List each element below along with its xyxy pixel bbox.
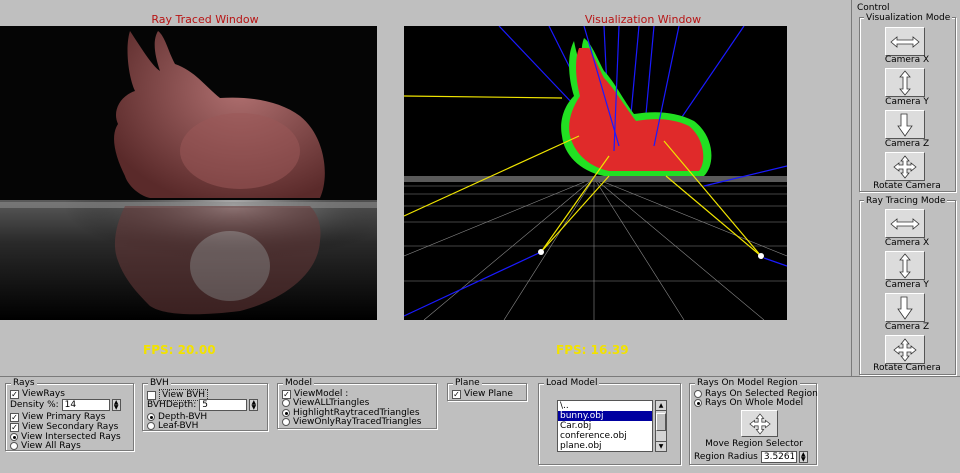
visualization-mode-title: Visualization Mode (864, 13, 953, 23)
list-item[interactable]: Car.obj (558, 421, 652, 431)
vis-camera-x-label: Camera X (884, 55, 930, 65)
list-item[interactable]: conference.obj (558, 431, 652, 441)
rt-camera-z-button[interactable] (885, 293, 925, 322)
ray-traced-window-title: Ray Traced Window (151, 13, 259, 26)
view-secondary-rays-checkbox[interactable]: ✓ View Secondary Rays (10, 422, 118, 432)
load-model-title: Load Model (544, 378, 600, 388)
ray-traced-fps: FPS: 20.00 (143, 343, 216, 357)
rays-on-model-region-title: Rays On Model Region (695, 378, 800, 388)
rt-rotate-camera-label: Rotate Camera (873, 363, 941, 373)
control-panel: Control Visualization Mode Camera X Came… (851, 0, 960, 376)
list-item-selected[interactable]: bunny.obj (558, 411, 652, 421)
model-file-list[interactable]: \.. bunny.obj Car.obj conference.obj pla… (557, 400, 653, 452)
rays-on-whole-model-radio[interactable]: Rays On Whole Model (694, 398, 803, 408)
horizontal-arrows-icon (890, 35, 920, 48)
vis-camera-z-button[interactable] (885, 110, 925, 139)
four-way-arrows-icon (893, 337, 917, 362)
view-plane-checkbox[interactable]: ✓ View Plane (452, 389, 513, 399)
rt-camera-x-label: Camera X (884, 238, 930, 248)
diagonal-arrow-icon (897, 113, 913, 137)
rt-camera-y-button[interactable] (885, 251, 925, 280)
density-control: Density %: ▲▼ (10, 399, 121, 411)
scroll-up-arrow-icon[interactable]: ▲ (656, 401, 666, 411)
vis-camera-y-label: Camera Y (885, 97, 929, 107)
model-title: Model (283, 378, 315, 388)
bvh-depth-spinner[interactable]: ▲ ▼ (249, 399, 259, 411)
view-all-rays-radio[interactable]: View All Rays (10, 441, 81, 451)
vis-rotate-camera-button[interactable] (885, 152, 925, 181)
density-label: Density %: (10, 400, 59, 410)
view-only-raytraced-triangles-radio[interactable]: ViewOnlyRayTracedTriangles (282, 417, 422, 427)
ray-traced-render (0, 26, 377, 320)
vis-camera-z-label: Camera Z (884, 139, 930, 149)
rays-title: Rays (11, 378, 37, 388)
visualization-render (404, 26, 787, 320)
plane-title: Plane (453, 378, 482, 388)
density-input[interactable] (61, 399, 110, 411)
rt-camera-x-button[interactable] (885, 209, 925, 238)
camera-point-2 (758, 253, 764, 259)
four-way-arrows-icon (893, 154, 917, 179)
ray-tracing-mode-title: Ray Tracing Mode (864, 196, 948, 206)
control-title: Control (857, 3, 890, 13)
bvh-depth-label: BVHDepth: (147, 400, 197, 410)
region-radius-control: Region Radius ▲▼ (694, 451, 808, 463)
vis-camera-x-button[interactable] (885, 27, 925, 56)
leaf-bvh-radio[interactable]: Leaf-BVH (147, 421, 198, 431)
four-way-arrows-icon (748, 412, 771, 435)
camera-point-1 (538, 249, 544, 255)
bvh-title: BVH (148, 378, 171, 388)
region-radius-input[interactable] (760, 451, 797, 463)
scroll-thumb[interactable] (656, 413, 666, 431)
vis-rotate-camera-label: Rotate Camera (873, 181, 941, 191)
move-region-selector-button[interactable] (741, 410, 778, 437)
move-region-selector-label: Move Region Selector (705, 439, 803, 449)
scroll-down-arrow-icon[interactable]: ▼ (656, 441, 666, 451)
view-rays-checkbox[interactable]: ✓ ViewRays (10, 389, 65, 399)
visualization-viewport[interactable] (404, 26, 787, 320)
rt-rotate-camera-button[interactable] (885, 335, 925, 364)
vis-camera-y-button[interactable] (885, 68, 925, 97)
model-list-scrollbar[interactable]: ▲ ▼ (655, 400, 667, 452)
rt-camera-y-label: Camera Y (885, 280, 929, 290)
bottom-panel-divider (0, 376, 960, 377)
density-spinner[interactable]: ▲ ▼ (111, 399, 121, 411)
horizontal-arrows-icon (890, 217, 920, 230)
bvh-depth-control: BVHDepth: ▲▼ (147, 399, 259, 411)
vertical-arrows-icon (899, 252, 911, 279)
region-radius-spinner[interactable]: ▲ ▼ (798, 451, 808, 463)
ray-traced-viewport[interactable] (0, 26, 377, 320)
diagonal-arrow-icon (897, 296, 913, 320)
view-all-triangles-radio[interactable]: ViewALLTriangles (282, 398, 369, 408)
visualization-window-title: Visualization Window (584, 13, 702, 26)
region-radius-label: Region Radius (694, 452, 758, 462)
list-item[interactable]: plane.obj (558, 441, 652, 451)
view-primary-rays-checkbox[interactable]: ✓ View Primary Rays (10, 412, 105, 422)
rt-camera-z-label: Camera Z (884, 322, 930, 332)
visualization-fps: FPS: 16.39 (556, 343, 629, 357)
list-item[interactable]: \.. (558, 401, 652, 411)
bvh-depth-input[interactable] (199, 399, 248, 411)
vertical-arrows-icon (899, 69, 911, 96)
